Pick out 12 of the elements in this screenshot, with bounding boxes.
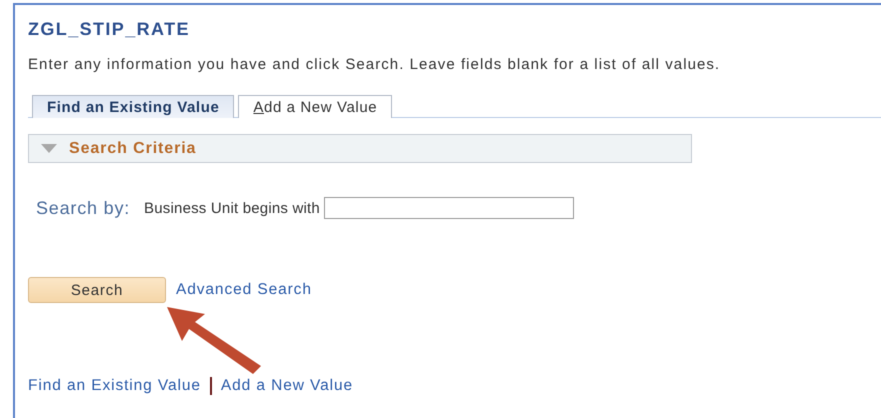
advanced-search-link[interactable]: Advanced Search <box>176 281 312 299</box>
instructions-text: Enter any information you have and click Search. Leave fields blank for a list of all values. <box>28 56 722 73</box>
footer-link[interactable]: Add a New Value <box>220 377 354 395</box>
page-title: ZGL_STIP_RATE <box>28 19 191 40</box>
search-criteria-header[interactable]: Search Criteria <box>28 134 692 163</box>
footer-link[interactable]: Find an Existing Value <box>28 377 201 395</box>
search-button[interactable]: Search <box>28 277 166 303</box>
search-by-label: Search by: <box>36 198 130 218</box>
tab[interactable]: Find an Existing Value <box>32 95 234 118</box>
field-label: Business Unit begins with <box>144 200 320 216</box>
tab[interactable]: Add a New Value <box>238 95 392 118</box>
business-unit-field[interactable] <box>324 197 574 219</box>
